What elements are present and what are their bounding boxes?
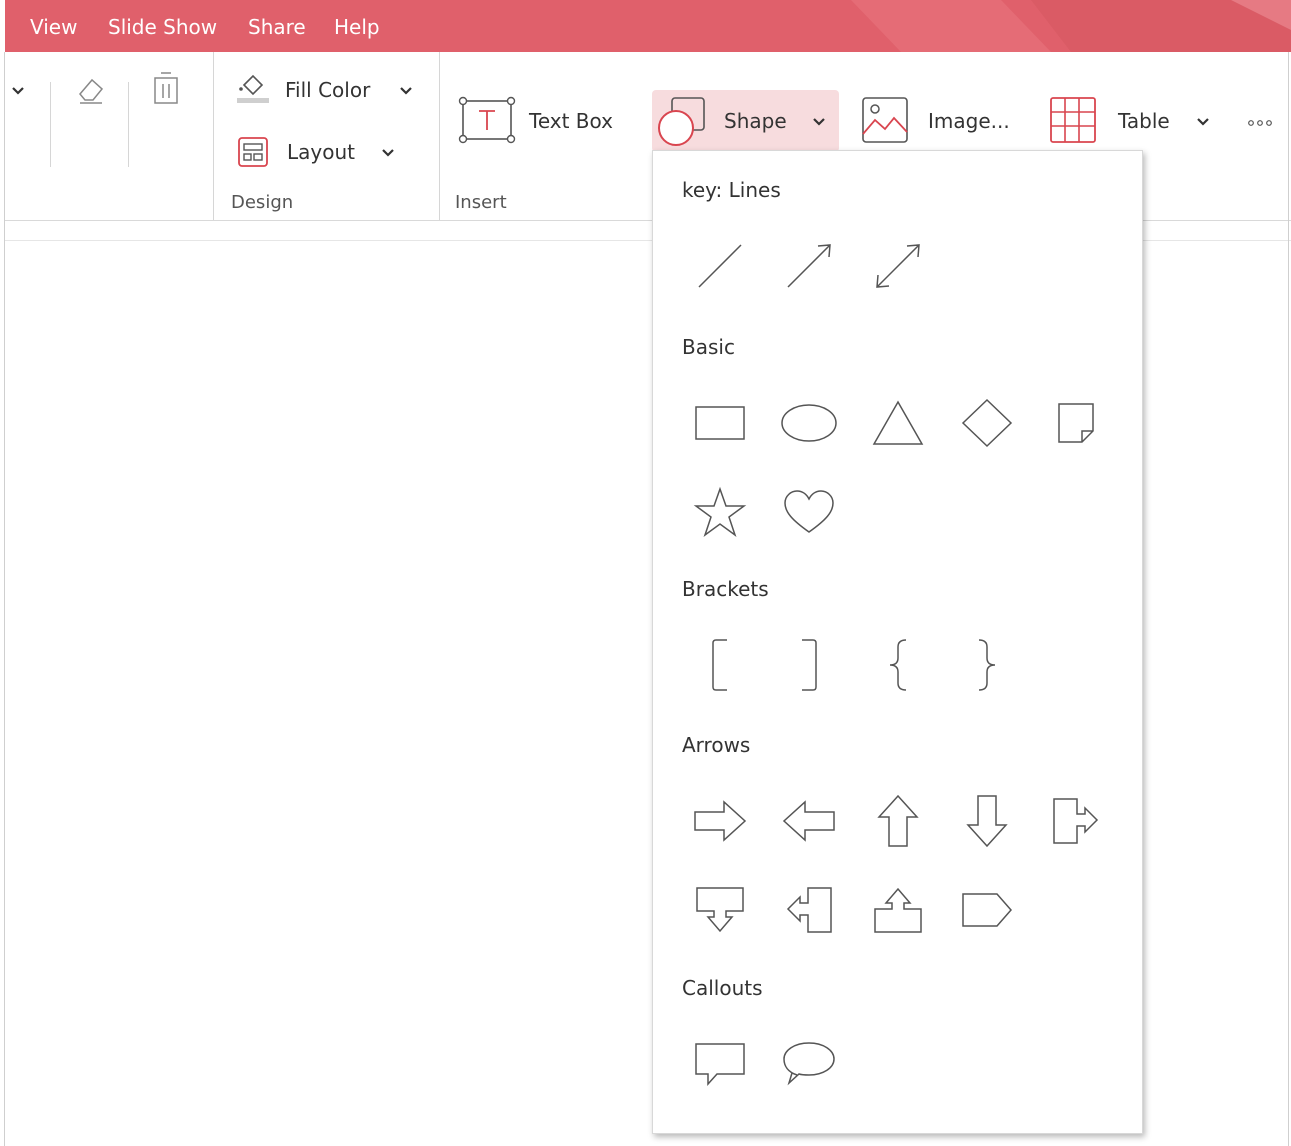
double-arrow-line-shape-icon[interactable] — [865, 233, 931, 299]
section-title-basic: Basic — [682, 335, 735, 359]
chevron-down-icon[interactable] — [1197, 118, 1209, 126]
menu-view[interactable]: View — [30, 14, 77, 40]
ellipse-shape-icon[interactable] — [776, 390, 842, 456]
ribbon-divider — [213, 52, 214, 220]
text-box-label[interactable]: Text Box — [529, 109, 613, 133]
presentation-app: View Slide Show Share Help Fill Color La… — [0, 0, 1291, 1146]
section-title-callouts: Callouts — [682, 976, 763, 1000]
design-group-label: Design — [231, 192, 294, 213]
down-arrow-callout-shape-icon[interactable] — [687, 877, 753, 943]
image-label[interactable]: Image... — [928, 109, 1010, 133]
oval-callout-shape-icon[interactable] — [776, 1031, 842, 1097]
text-box-icon[interactable] — [457, 96, 517, 146]
image-icon[interactable] — [861, 96, 911, 146]
table-icon[interactable] — [1049, 96, 1099, 146]
right-arrow-shape-icon[interactable] — [687, 788, 753, 854]
up-arrow-shape-icon[interactable] — [865, 788, 931, 854]
layout-icon[interactable] — [238, 137, 268, 167]
fill-color-icon[interactable] — [235, 70, 273, 104]
more-options-icon[interactable] — [1248, 119, 1274, 127]
right-arrow-callout-shape-icon[interactable] — [1043, 788, 1109, 854]
ribbon-divider — [50, 82, 51, 167]
down-arrow-shape-icon[interactable] — [954, 788, 1020, 854]
chevron-down-icon[interactable] — [813, 118, 825, 126]
ribbon-divider — [128, 82, 129, 167]
insert-group-label: Insert — [455, 192, 507, 213]
arrow-line-shape-icon[interactable] — [776, 233, 842, 299]
section-title-arrows: Arrows — [682, 733, 751, 757]
delete-icon[interactable] — [151, 70, 181, 106]
table-label[interactable]: Table — [1118, 109, 1170, 133]
folded-corner-shape-icon[interactable] — [1043, 390, 1109, 456]
triangle-shape-icon[interactable] — [865, 390, 931, 456]
window-border — [1288, 52, 1289, 1146]
line-shape-icon[interactable] — [687, 233, 753, 299]
shape-dropdown-menu: key: Lines Basic Brackets Arrows Callout… — [652, 150, 1143, 1134]
up-arrow-callout-shape-icon[interactable] — [865, 877, 931, 943]
menu-help[interactable]: Help — [334, 14, 380, 40]
diamond-shape-icon[interactable] — [954, 390, 1020, 456]
menu-slide-show[interactable]: Slide Show — [108, 14, 217, 40]
shape-label[interactable]: Shape — [724, 109, 787, 133]
menu-share[interactable]: Share — [248, 14, 306, 40]
menu-bar-decoration — [851, 0, 1291, 52]
rectangle-shape-icon[interactable] — [687, 390, 753, 456]
window-border — [4, 52, 5, 1146]
layout-label[interactable]: Layout — [287, 140, 355, 164]
chevron-down-icon[interactable] — [382, 149, 394, 157]
left-bracket-shape-icon[interactable] — [687, 632, 753, 698]
star-shape-icon[interactable] — [687, 479, 753, 545]
left-arrow-callout-shape-icon[interactable] — [776, 877, 842, 943]
right-bracket-shape-icon[interactable] — [776, 632, 842, 698]
section-title-brackets: Brackets — [682, 577, 769, 601]
chevron-down-icon[interactable] — [400, 87, 412, 95]
ribbon-divider — [439, 52, 440, 220]
rectangular-callout-shape-icon[interactable] — [687, 1031, 753, 1097]
pentagon-arrow-shape-icon[interactable] — [954, 877, 1020, 943]
right-brace-shape-icon[interactable] — [954, 632, 1020, 698]
fill-color-label[interactable]: Fill Color — [285, 78, 370, 102]
section-title-lines: key: Lines — [682, 178, 781, 202]
heart-shape-icon[interactable] — [776, 479, 842, 545]
left-brace-shape-icon[interactable] — [865, 632, 931, 698]
eraser-icon[interactable] — [76, 75, 106, 105]
chevron-down-icon[interactable] — [12, 87, 24, 95]
left-arrow-shape-icon[interactable] — [776, 788, 842, 854]
shape-icon[interactable] — [655, 96, 711, 148]
menu-bar: View Slide Show Share Help — [5, 0, 1291, 52]
